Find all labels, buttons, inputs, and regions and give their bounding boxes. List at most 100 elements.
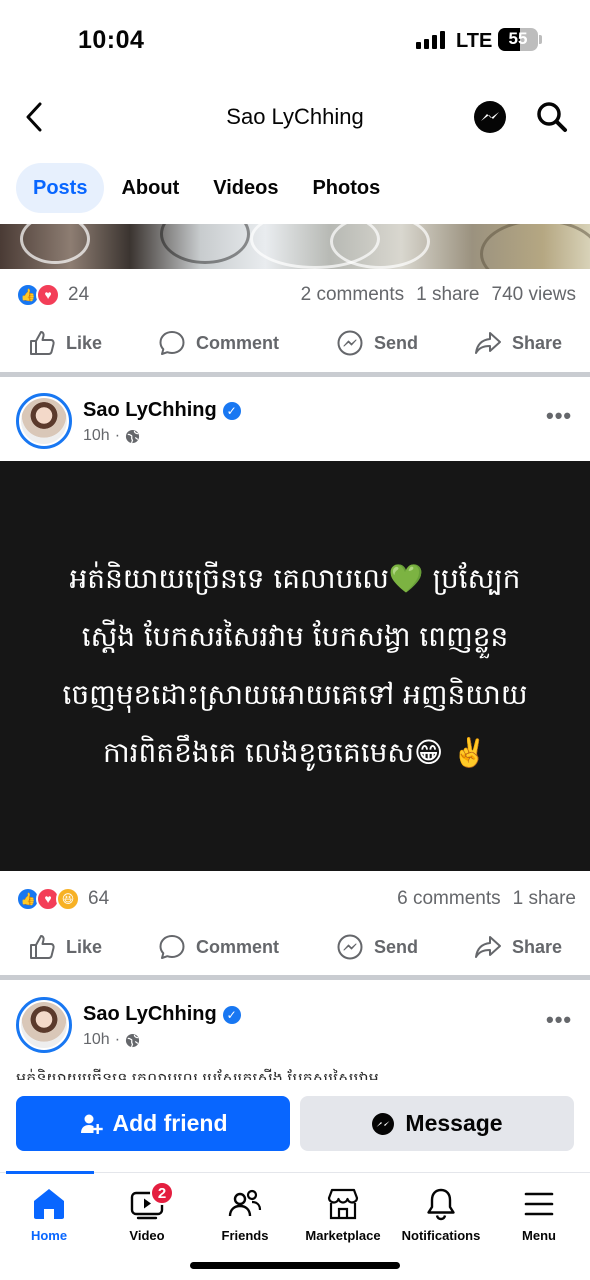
post-author[interactable]: Sao LyChhing ✓ <box>83 399 241 422</box>
status-time: 10:04 <box>78 26 145 54</box>
comment-label: Comment <box>196 936 280 957</box>
battery-level: 55 <box>508 29 528 48</box>
share-button[interactable]: Share <box>474 933 562 961</box>
like-label: Like <box>66 332 103 353</box>
post-text-line: អត់និយាយច្រើនទេ គេលាបលេ💚 ប្រស្បែក <box>69 562 521 595</box>
home-icon <box>34 1189 64 1219</box>
messenger-icon[interactable] <box>473 100 507 134</box>
like-button[interactable]: Like <box>28 933 102 961</box>
send-label: Send <box>374 936 419 957</box>
post-photo[interactable] <box>0 224 590 269</box>
post-text-line: ស្តើង បែកសរសៃរវាម បែកសង្វា ពេញខ្លួន <box>81 620 509 653</box>
tab-about[interactable]: About <box>104 163 196 213</box>
share-arrow-icon <box>475 936 501 958</box>
thumbs-up-icon <box>30 331 55 355</box>
post-divider <box>0 372 590 377</box>
more-options-icon[interactable]: ••• <box>546 403 572 429</box>
video-badge: 2 <box>150 1181 174 1205</box>
post-time[interactable]: 10h <box>83 1031 110 1049</box>
nav-friends[interactable]: Friends <box>196 1178 294 1250</box>
messenger-icon <box>372 1112 395 1135</box>
post-header: Sao LyChhing ✓ 10h · ••• <box>0 393 590 453</box>
nav-notifications[interactable]: Notifications <box>392 1178 490 1250</box>
network-type: LTE <box>456 30 493 52</box>
share-count[interactable]: 1 share <box>513 888 576 910</box>
nav-home-label: Home <box>30 1228 68 1243</box>
home-indicator <box>190 1262 400 1269</box>
message-button[interactable]: Message <box>300 1096 574 1151</box>
verified-badge-icon: ✓ <box>222 401 241 420</box>
post-author[interactable]: Sao LyChhing ✓ <box>83 1003 241 1026</box>
cellular-signal-icon <box>416 31 445 49</box>
nav-marketplace-label: Marketplace <box>305 1228 381 1243</box>
post-text: អត់និយាយច្រើនទេ គេលាបលេ💚 ប្រស្បែក ស្តើង … <box>63 550 528 782</box>
tab-videos[interactable]: Videos <box>196 163 295 213</box>
nav-notifications-label: Notifications <box>401 1228 481 1243</box>
post-actions: Like Comment Send Share <box>0 323 590 363</box>
share-count[interactable]: 1 share <box>416 284 479 306</box>
share-arrow-icon <box>475 332 501 354</box>
hamburger-menu-icon <box>524 1192 554 1216</box>
nav-menu[interactable]: Menu <box>490 1178 588 1250</box>
nav-video-label: Video <box>129 1228 165 1243</box>
view-count: 740 views <box>491 284 577 305</box>
post-text-line: ចេញមុខដោះស្រាយអោយគេទៅ អញនិយាយ <box>62 678 528 711</box>
post-text-preview: អត់និយាយច្រើនទេ គេលាបលេ ប្រស្បែកស្តើង បែ… <box>16 1071 379 1080</box>
tab-posts[interactable]: Posts <box>16 163 105 213</box>
send-button[interactable]: Send <box>336 933 418 961</box>
add-friend-label: Add friend <box>112 1110 228 1136</box>
post-meta: 10h · <box>83 1031 140 1049</box>
search-icon[interactable] <box>535 100 569 134</box>
add-friend-button[interactable]: Add friend <box>16 1096 290 1151</box>
marketplace-icon <box>327 1188 359 1220</box>
profile-header: Sao LyChhing <box>0 88 590 146</box>
like-button[interactable]: Like <box>28 329 102 357</box>
bottom-nav: Home 2 Video Friends Marketplace Notific… <box>0 1178 590 1250</box>
status-bar: 10:04 LTE 55 <box>0 0 590 80</box>
post-reactions-bar[interactable]: 👍 ♥ 24 2 comments 1 share 740 views <box>16 280 576 310</box>
text-post[interactable]: អត់និយាយច្រើនទេ គេលាបលេ💚 ប្រស្បែក ស្តើង … <box>0 461 590 871</box>
nav-friends-label: Friends <box>221 1228 269 1243</box>
comment-count[interactable]: 6 comments <box>397 888 500 910</box>
post-actions: Like Comment Send Share <box>0 927 590 967</box>
friends-icon <box>228 1189 262 1217</box>
nav-home[interactable]: Home <box>0 1178 98 1250</box>
post-text-line: ការពិតខឹងគេ លេងខូចគេមេស😁 ✌️ <box>102 736 487 769</box>
avatar[interactable] <box>16 393 72 449</box>
comment-button[interactable]: Comment <box>158 933 279 961</box>
more-options-icon[interactable]: ••• <box>546 1007 572 1033</box>
love-reaction-icon: ♥ <box>36 283 60 307</box>
nav-menu-label: Menu <box>522 1228 556 1243</box>
share-button[interactable]: Share <box>474 329 562 357</box>
comment-icon <box>159 935 185 959</box>
nav-marketplace[interactable]: Marketplace <box>294 1178 392 1250</box>
nav-active-indicator <box>6 1171 94 1174</box>
messenger-send-icon <box>337 330 363 356</box>
comment-count[interactable]: 2 comments <box>301 284 404 306</box>
share-label: Share <box>512 936 563 957</box>
add-friend-icon <box>80 1114 103 1134</box>
battery-icon: 55 <box>498 28 538 51</box>
post-reactions-bar[interactable]: 👍 ♥ 😆 64 6 comments 1 share <box>16 884 576 914</box>
share-label: Share <box>512 332 563 353</box>
post-divider <box>0 975 590 980</box>
nav-video[interactable]: 2 Video <box>98 1178 196 1250</box>
globe-icon <box>125 1033 140 1047</box>
tab-photos[interactable]: Photos <box>295 163 397 213</box>
like-label: Like <box>66 936 103 957</box>
post-meta: 10h · <box>83 427 140 445</box>
profile-tabs: Posts About Videos Photos <box>16 163 397 213</box>
bell-icon <box>427 1188 455 1221</box>
comment-label: Comment <box>196 332 280 353</box>
send-button[interactable]: Send <box>336 329 418 357</box>
author-name[interactable]: Sao LyChhing <box>83 1003 217 1026</box>
haha-reaction-icon: 😆 <box>56 887 80 911</box>
verified-badge-icon: ✓ <box>222 1005 241 1024</box>
post-header: Sao LyChhing ✓ 10h · ••• <box>0 997 590 1057</box>
post-time[interactable]: 10h <box>83 427 110 445</box>
comment-button[interactable]: Comment <box>158 329 279 357</box>
author-name[interactable]: Sao LyChhing <box>83 399 217 422</box>
messenger-send-icon <box>337 934 363 960</box>
comment-icon <box>159 331 185 355</box>
avatar[interactable] <box>16 997 72 1053</box>
